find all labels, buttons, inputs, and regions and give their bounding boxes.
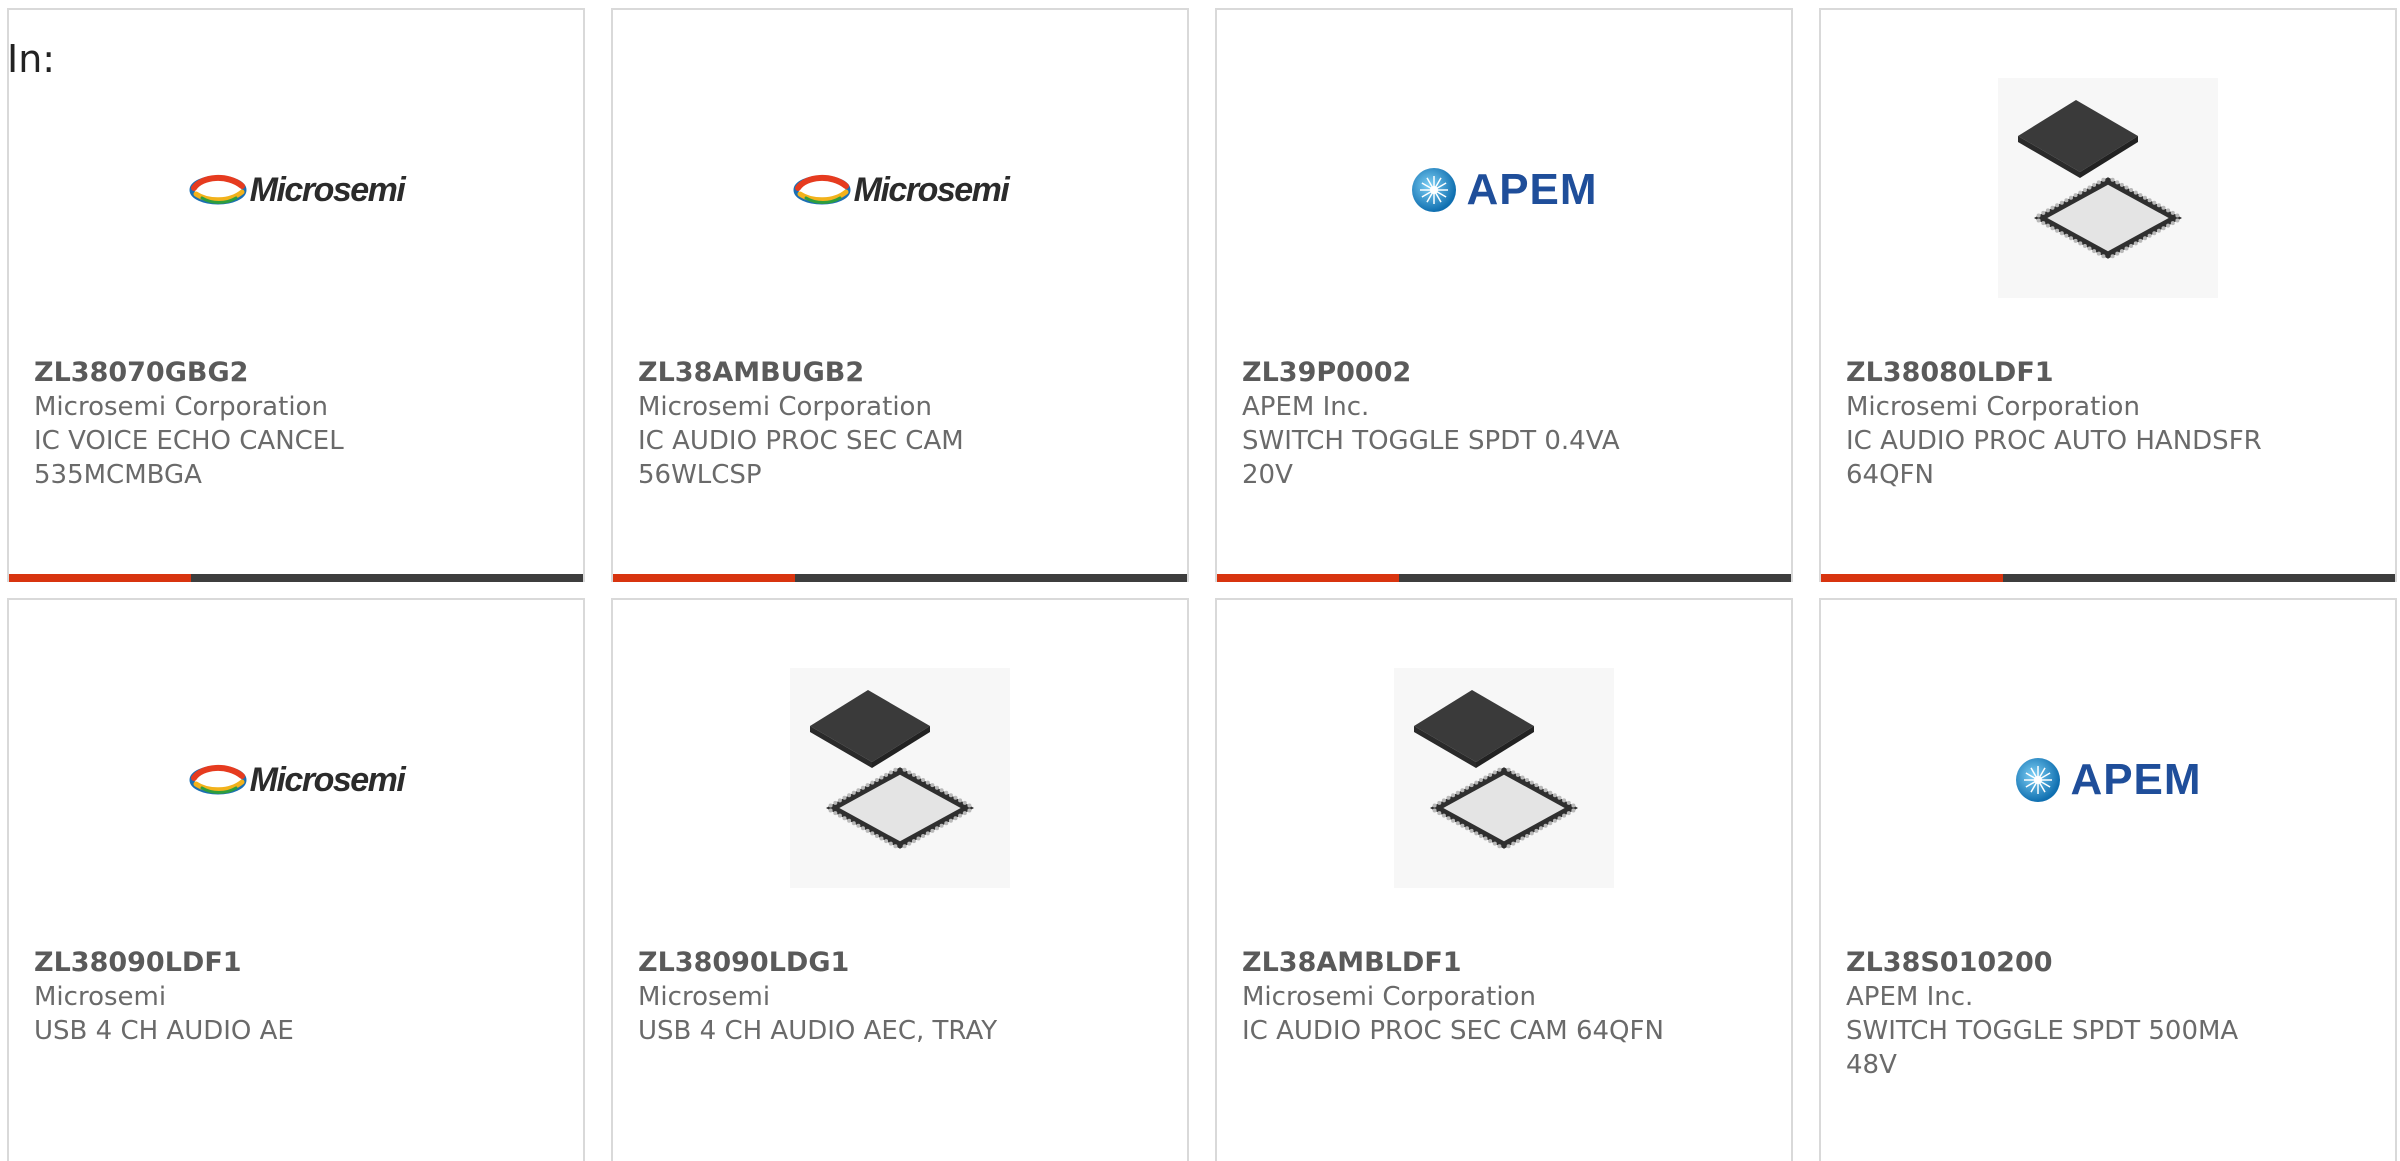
description-line-1: IC AUDIO PROC SEC CAM 64QFN	[1242, 1016, 1664, 1046]
description-line-2: 535MCMBGA	[34, 460, 202, 490]
chip-icon	[1394, 668, 1614, 888]
microsemi-logo: Microsemi	[188, 170, 406, 210]
part-number[interactable]: ZL38S010200	[1846, 946, 2375, 980]
part-number[interactable]: ZL38070GBG2	[34, 356, 563, 390]
product-info: ZL38AMBLDF1 Microsemi Corporation IC AUD…	[1242, 946, 1771, 1048]
card-footer-bar	[1217, 574, 1791, 582]
product-image[interactable]: APEM	[1821, 660, 2395, 900]
logo-wordmark: Microsemi	[249, 170, 406, 209]
product-info: ZL38070GBG2 Microsemi Corporation IC VOI…	[34, 356, 563, 492]
card-footer-bar	[613, 574, 1187, 582]
manufacturer-name: Microsemi Corporation	[638, 392, 932, 422]
product-card-zl38090ldg1[interactable]: ZL38090LDG1 Microsemi USB 4 CH AUDIO AEC…	[611, 598, 1189, 1161]
microsemi-logo: Microsemi	[792, 170, 1010, 210]
description-line-2: 20V	[1242, 460, 1293, 490]
part-number[interactable]: ZL39P0002	[1242, 356, 1771, 390]
product-info: ZL38080LDF1 Microsemi Corporation IC AUD…	[1846, 356, 2375, 492]
product-info: ZL38S010200 APEM Inc. SWITCH TOGGLE SPDT…	[1846, 946, 2375, 1082]
chip-icon	[790, 668, 1010, 888]
manufacturer-name: Microsemi	[34, 982, 167, 1012]
microsemi-logo: Microsemi	[188, 760, 406, 800]
product-info: ZL38090LDF1 Microsemi USB 4 CH AUDIO AE	[34, 946, 563, 1048]
description-line-1: IC AUDIO PROC SEC CAM	[638, 426, 964, 456]
chip-icon	[1998, 78, 2218, 298]
microsemi-swirl-icon	[189, 765, 247, 795]
qfn-chip-photo	[1394, 668, 1614, 892]
logo-wordmark: Microsemi	[853, 170, 1010, 209]
product-card-zl39p0002[interactable]: APEM ZL39P0002 APEM Inc. SWITCH TOGGLE S…	[1215, 8, 1793, 582]
description-line-1: SWITCH TOGGLE SPDT 0.4VA	[1242, 426, 1620, 456]
description-line-2: 56WLCSP	[638, 460, 762, 490]
description-line-1: IC AUDIO PROC AUTO HANDSFR	[1846, 426, 2262, 456]
manufacturer-name: Microsemi Corporation	[34, 392, 328, 422]
description-line-1: IC VOICE ECHO CANCEL	[34, 426, 344, 456]
product-image[interactable]	[613, 660, 1187, 900]
part-number[interactable]: ZL38090LDF1	[34, 946, 563, 980]
card-accent-bar	[1217, 574, 1399, 582]
results-page: In: Microsemi ZL38070GBG2 Microsemi Corp…	[0, 0, 2400, 1161]
product-card-zl38090ldf1[interactable]: Microsemi ZL38090LDF1 Microsemi USB 4 CH…	[7, 598, 585, 1161]
filter-label: In:	[7, 37, 56, 81]
product-image[interactable]	[1217, 660, 1791, 900]
card-footer-bar	[9, 574, 583, 582]
product-info: ZL38090LDG1 Microsemi USB 4 CH AUDIO AEC…	[638, 946, 1167, 1048]
logo-wordmark: Microsemi	[249, 760, 406, 799]
part-number[interactable]: ZL38090LDG1	[638, 946, 1167, 980]
product-card-zl38080ldf1[interactable]: ZL38080LDF1 Microsemi Corporation IC AUD…	[1819, 8, 2397, 582]
manufacturer-name: Microsemi Corporation	[1846, 392, 2140, 422]
microsemi-swirl-icon	[793, 175, 851, 205]
product-image[interactable]: APEM	[1217, 70, 1791, 310]
part-number[interactable]: ZL38AMBLDF1	[1242, 946, 1771, 980]
card-accent-bar	[9, 574, 191, 582]
product-image[interactable]: Microsemi	[613, 70, 1187, 310]
manufacturer-name: Microsemi	[638, 982, 771, 1012]
logo-wordmark: APEM	[1466, 165, 1598, 214]
apem-logo: APEM	[2014, 755, 2201, 805]
card-footer-bar	[1821, 574, 2395, 582]
card-accent-bar	[1821, 574, 2003, 582]
microsemi-swirl-icon	[189, 175, 247, 205]
card-accent-bar	[613, 574, 795, 582]
qfn-chip-photo	[1998, 78, 2218, 302]
description-line-2: 48V	[1846, 1050, 1897, 1080]
product-card-zl38ambugb2[interactable]: Microsemi ZL38AMBUGB2 Microsemi Corporat…	[611, 8, 1189, 582]
product-card-zl38ambldf1[interactable]: ZL38AMBLDF1 Microsemi Corporation IC AUD…	[1215, 598, 1793, 1161]
part-number[interactable]: ZL38AMBUGB2	[638, 356, 1167, 390]
description-line-1: USB 4 CH AUDIO AEC, TRAY	[638, 1016, 998, 1046]
product-image[interactable]	[1821, 70, 2395, 310]
manufacturer-name: APEM Inc.	[1242, 392, 1370, 422]
product-card-zl38s010200[interactable]: APEM ZL38S010200 APEM Inc. SWITCH TOGGLE…	[1819, 598, 2397, 1161]
product-image[interactable]: Microsemi	[9, 70, 583, 310]
manufacturer-name: Microsemi Corporation	[1242, 982, 1536, 1012]
qfn-chip-photo	[790, 668, 1010, 892]
part-number[interactable]: ZL38080LDF1	[1846, 356, 2375, 390]
logo-wordmark: APEM	[2070, 755, 2202, 804]
apem-globe-icon	[2016, 758, 2061, 802]
product-info: ZL38AMBUGB2 Microsemi Corporation IC AUD…	[638, 356, 1167, 492]
description-line-2: 64QFN	[1846, 460, 1934, 490]
description-line-1: SWITCH TOGGLE SPDT 500MA	[1846, 1016, 2239, 1046]
product-image[interactable]: Microsemi	[9, 660, 583, 900]
manufacturer-name: APEM Inc.	[1846, 982, 1974, 1012]
description-line-1: USB 4 CH AUDIO AE	[34, 1016, 294, 1046]
apem-logo: APEM	[1410, 165, 1597, 215]
apem-globe-icon	[1412, 168, 1457, 212]
product-info: ZL39P0002 APEM Inc. SWITCH TOGGLE SPDT 0…	[1242, 356, 1771, 492]
product-card-zl38070gbg2[interactable]: Microsemi ZL38070GBG2 Microsemi Corporat…	[7, 8, 585, 582]
